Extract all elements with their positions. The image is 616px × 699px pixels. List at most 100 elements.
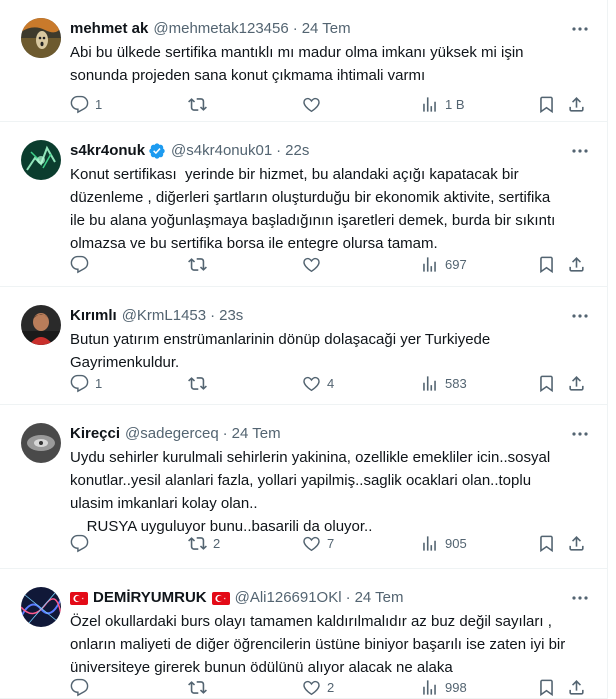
display-name[interactable]: Kırımlı [70,306,117,326]
reply-icon [70,95,89,113]
heart-icon [303,680,320,695]
bookmark-icon [540,375,553,392]
tweet[interactable]: DEMİRYUMRUK @Ali126691OKl · 24 Tem Özel … [0,569,607,699]
reply-count: 1 [95,96,103,112]
views-button[interactable]: 905 [420,534,467,553]
display-name[interactable]: s4kr4onuk [70,141,145,161]
share-button[interactable] [567,95,586,114]
retweet-button[interactable] [188,95,213,114]
user-handle[interactable]: @Ali126691OKl [235,588,342,608]
retweet-count: 2 [213,535,221,551]
reply-icon [70,255,89,273]
action-bar: 2 998 [70,677,595,697]
reply-button[interactable] [70,678,95,697]
reply-icon [70,678,89,696]
bookmark-button[interactable] [537,534,556,553]
views-button[interactable]: 1 B [420,95,465,114]
timestamp[interactable]: 22s [285,141,309,161]
like-count: 2 [327,679,335,695]
separator-dot: · [292,20,298,37]
retweet-button[interactable] [188,374,213,393]
separator-dot: · [276,142,282,159]
tweet[interactable]: Kırımlı @KrmL1453 · 23s Butun yatırım en… [0,287,607,405]
like-count: 4 [327,375,335,391]
reply-button[interactable]: 1 [70,374,102,393]
more-icon[interactable] [570,21,590,37]
timestamp[interactable]: 24 Tem [232,424,281,444]
reply-button[interactable]: 1 [70,95,102,114]
tweet-text: Özel okullardaki burs olayı tamamen kald… [70,613,566,676]
tweet-text: Uydu sehirler kurulmali sehirlerin yakin… [70,449,551,535]
bookmark-button[interactable] [537,95,556,114]
avatar[interactable] [21,423,61,463]
reply-icon [70,374,89,392]
retweet-icon [188,97,207,111]
retweet-icon [188,257,207,271]
tweet[interactable]: mehmet ak @mehmetak123456 · 24 Tem Abi b… [0,0,607,122]
avatar[interactable] [21,18,61,58]
views-button[interactable]: 998 [420,678,467,697]
bookmark-button[interactable] [537,678,556,697]
view-count: 998 [445,679,467,695]
timestamp[interactable]: 23s [219,306,243,326]
verified-badge-icon [148,142,166,160]
timestamp[interactable]: 24 Tem [355,588,404,608]
more-icon[interactable] [570,590,590,606]
share-icon [569,96,584,112]
views-icon [423,375,436,391]
bookmark-button[interactable] [537,255,556,274]
retweet-button[interactable] [188,678,213,697]
view-count: 583 [445,375,467,391]
views-button[interactable]: 583 [420,374,467,393]
view-count: 1 B [445,96,465,112]
like-button[interactable] [302,95,327,114]
display-name[interactable]: mehmet ak [70,19,148,39]
heart-icon [303,376,320,391]
retweet-icon [188,680,207,694]
view-count: 905 [445,535,467,551]
avatar[interactable] [21,305,61,345]
like-button[interactable]: 7 [302,534,334,553]
share-button[interactable] [567,534,586,553]
like-button[interactable]: 2 [302,678,334,697]
retweet-icon [188,376,207,390]
share-button[interactable] [567,678,586,697]
share-button[interactable] [567,374,586,393]
tweet-feed: mehmet ak @mehmetak123456 · 24 Tem Abi b… [0,0,608,699]
share-icon [569,679,584,695]
more-icon[interactable] [570,308,590,324]
reply-icon [70,534,89,552]
display-name[interactable]: Kireçci [70,424,120,444]
retweet-button[interactable]: 2 [188,534,220,553]
reply-count: 1 [95,375,103,391]
reply-button[interactable] [70,255,95,274]
user-handle[interactable]: @sadegerceq [125,424,219,444]
user-handle[interactable]: @mehmetak123456 [153,19,288,39]
retweet-icon [188,536,207,550]
more-icon[interactable] [570,143,590,159]
share-icon [569,535,584,551]
retweet-button[interactable] [188,255,213,274]
avatar[interactable] [21,140,61,180]
share-button[interactable] [567,255,586,274]
timestamp[interactable]: 24 Tem [302,19,351,39]
user-handle[interactable]: @s4kr4onuk01 [171,141,272,161]
views-button[interactable]: 697 [420,255,467,274]
share-icon [569,375,584,391]
like-button[interactable] [302,255,327,274]
bookmark-icon [540,256,553,273]
separator-dot: · [210,307,216,324]
views-icon [423,679,436,695]
like-count: 7 [327,535,335,551]
tweet[interactable]: s4kr4onuk @s4kr4onuk01 · 22s Konut serti… [0,122,607,287]
view-count: 697 [445,256,467,272]
tweet[interactable]: Kireçci @sadegerceq · 24 Tem Uydu sehirl… [0,405,607,569]
bookmark-button[interactable] [537,374,556,393]
user-handle[interactable]: @KrmL1453 [122,306,206,326]
more-icon[interactable] [570,426,590,442]
display-name[interactable]: DEMİRYUMRUK [93,588,207,608]
separator-dot: · [222,425,228,442]
reply-button[interactable] [70,534,95,553]
like-button[interactable]: 4 [302,374,334,393]
avatar[interactable] [21,587,61,627]
